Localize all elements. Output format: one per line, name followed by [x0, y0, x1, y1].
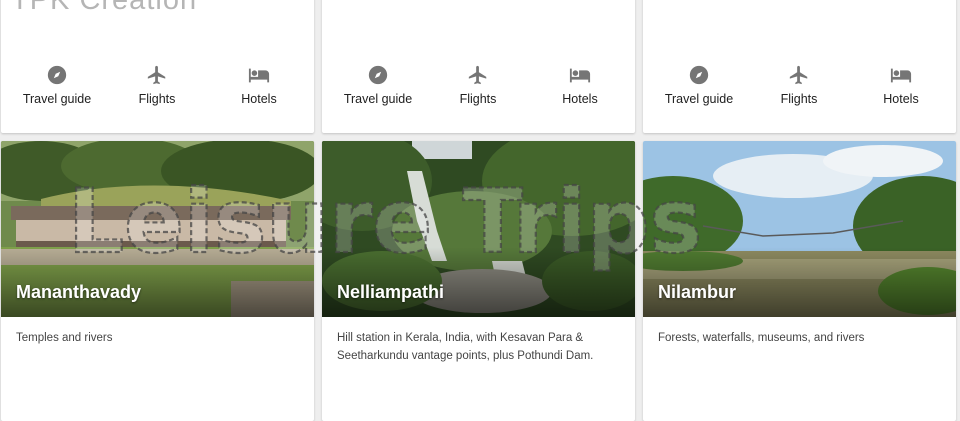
hotels-label: Hotels: [241, 92, 277, 106]
travel-guide-button[interactable]: Travel guide: [5, 64, 109, 106]
flights-button[interactable]: Flights: [747, 64, 851, 106]
compass-icon: [47, 65, 67, 85]
hotels-button[interactable]: Hotels: [207, 64, 311, 106]
action-card-nilambur: Travel guide Flights Hotels: [643, 0, 956, 133]
watermark-tpk-creation: TPK Creation: [11, 0, 198, 16]
travel-guide-label: Travel guide: [22, 92, 92, 106]
compass-icon: [689, 65, 709, 85]
action-row: Travel guide Flights Hotels: [1, 64, 314, 114]
travel-guide-label: Travel guide: [343, 92, 413, 106]
compass-icon: [368, 65, 388, 85]
action-card-nelliampathi: Travel guide Flights Hotels: [322, 0, 635, 133]
destination-description: Forests, waterfalls, museums, and rivers: [658, 332, 865, 344]
hotels-button[interactable]: Hotels: [528, 64, 632, 106]
hotels-button[interactable]: Hotels: [849, 64, 953, 106]
flights-button[interactable]: Flights: [426, 64, 530, 106]
travel-guide-label: Travel guide: [664, 92, 734, 106]
plane-icon: [468, 65, 487, 85]
destination-name: Mananthavady: [16, 282, 142, 302]
travel-guide-button[interactable]: Travel guide: [647, 64, 751, 106]
plane-icon: [789, 65, 808, 85]
flights-label: Flights: [138, 92, 176, 106]
action-row: Travel guide Flights Hotels: [322, 64, 635, 114]
flights-button[interactable]: Flights: [105, 64, 209, 106]
destination-photo[interactable]: Nelliampathi: [322, 141, 635, 317]
destination-description: Temples and rivers: [16, 332, 113, 344]
hotels-label: Hotels: [883, 92, 919, 106]
destination-name: Nilambur: [658, 282, 737, 302]
destination-card-mananthavady[interactable]: Mananthavady Temples and rivers: [1, 141, 314, 421]
bed-icon: [890, 68, 912, 83]
flights-label: Flights: [780, 92, 818, 106]
flights-label: Flights: [459, 92, 497, 106]
plane-icon: [147, 65, 166, 85]
action-row: Travel guide Flights Hotels: [643, 64, 956, 114]
destination-card-nelliampathi[interactable]: Nelliampathi Hill station in Kerala, Ind…: [322, 141, 635, 421]
action-card-mananthavady: TPK Creation Travel guide Flights Hotels: [1, 0, 314, 133]
destination-photo[interactable]: Mananthavady: [1, 141, 314, 317]
destination-description: Hill station in Kerala, India, with Kesa…: [337, 332, 594, 362]
destination-card-nilambur[interactable]: Nilambur Forests, waterfalls, museums, a…: [643, 141, 956, 421]
destination-name: Nelliampathi: [337, 282, 445, 302]
destination-photo[interactable]: Nilambur: [643, 141, 956, 317]
travel-guide-button[interactable]: Travel guide: [326, 64, 430, 106]
bed-icon: [248, 68, 270, 83]
hotels-label: Hotels: [562, 92, 598, 106]
bed-icon: [569, 68, 591, 83]
